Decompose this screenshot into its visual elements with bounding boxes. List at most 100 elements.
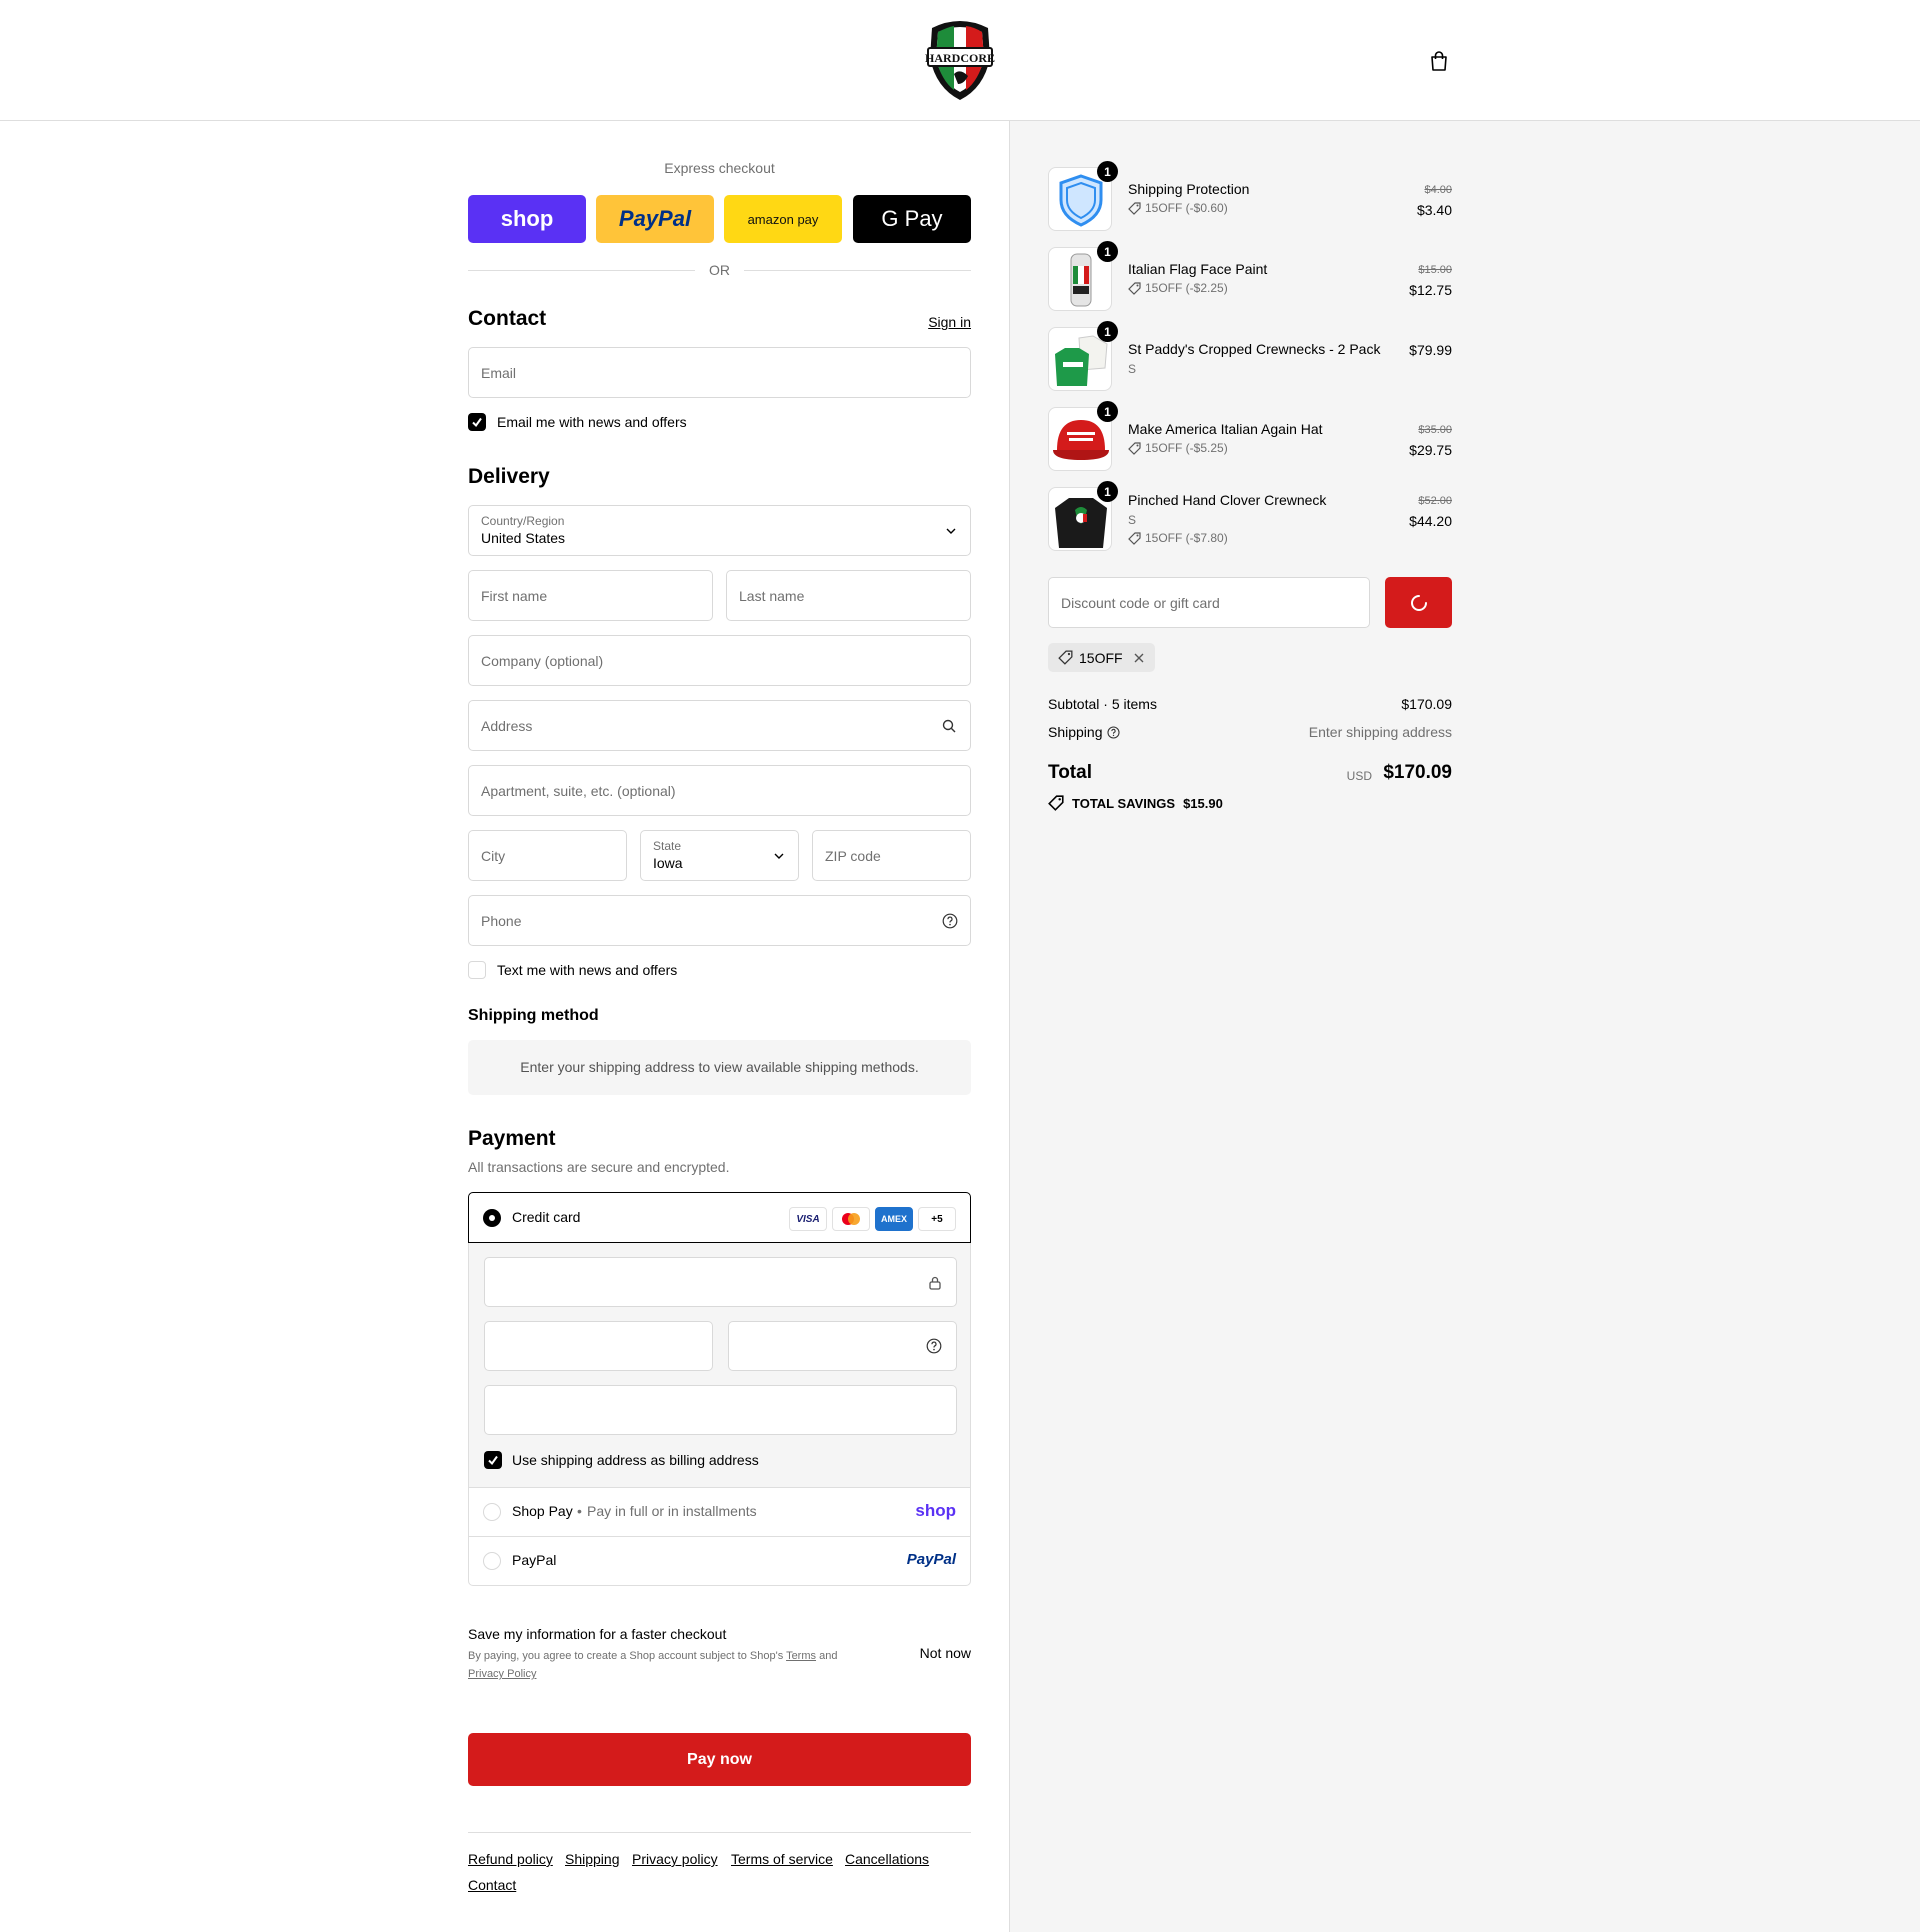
- hardcore-italians-logo[interactable]: HARDCORE: [924, 18, 996, 102]
- state-select[interactable]: State Iowa: [640, 830, 799, 881]
- state-value: Iowa: [653, 855, 683, 871]
- total-label: Total: [1048, 762, 1092, 783]
- zip-field[interactable]: ZIP code: [812, 830, 971, 881]
- tag-icon: [1128, 441, 1141, 455]
- savings-label: TOTAL SAVINGS: [1072, 795, 1176, 811]
- discount-placeholder: Discount code or gift card: [1061, 595, 1220, 611]
- price: $79.99: [1409, 342, 1452, 358]
- save-info-title: Save my information for a faster checkou…: [468, 1626, 727, 1642]
- not-now-button[interactable]: Not now: [920, 1645, 971, 1661]
- legal-text: By paying, you agree to create a Shop ac…: [468, 1650, 784, 1662]
- paypal-option[interactable]: PayPal PayPal: [468, 1537, 971, 1586]
- price: $44.20: [1409, 513, 1452, 529]
- terms-link[interactable]: Terms: [786, 1650, 816, 1662]
- shipping-policy-link[interactable]: Shipping: [565, 1851, 620, 1867]
- quantity-badge: 1: [1097, 481, 1118, 502]
- cancellations-link[interactable]: Cancellations: [845, 1851, 929, 1867]
- quantity-badge: 1: [1097, 241, 1118, 262]
- and-text: and: [819, 1650, 838, 1662]
- paypal-express-button[interactable]: PayPal: [596, 195, 714, 243]
- terms-of-service-link[interactable]: Terms of service: [731, 1851, 833, 1867]
- shopping-bag-icon[interactable]: [1428, 50, 1450, 72]
- shop-pay-logo: shop: [915, 1501, 956, 1520]
- product-name: Shipping Protection: [1128, 181, 1250, 197]
- shop-pay-description: Pay in full or in installments: [587, 1503, 757, 1519]
- country-value: United States: [481, 530, 566, 546]
- original-price: $52.00: [1418, 495, 1452, 507]
- credit-card-label: Credit card: [512, 1209, 581, 1225]
- sign-in-link[interactable]: Sign in: [928, 314, 971, 330]
- credit-card-radio[interactable]: [483, 1209, 501, 1227]
- google-pay-express-button[interactable]: G Pay: [853, 195, 971, 243]
- line-item: 1 Pinched Hand Clover Crewneck S 15OFF (…: [1048, 481, 1452, 553]
- address-placeholder: Address: [481, 718, 533, 734]
- lock-icon: [929, 1276, 941, 1290]
- payment-subtitle: All transactions are secure and encrypte…: [468, 1159, 730, 1175]
- last-name-field[interactable]: Last name: [726, 570, 971, 621]
- apply-discount-button[interactable]: [1385, 577, 1452, 628]
- pay-now-button[interactable]: Pay now: [468, 1733, 971, 1786]
- close-icon[interactable]: [1133, 652, 1145, 664]
- shipping-row: Shipping Enter shipping address: [1048, 724, 1452, 740]
- email-field[interactable]: Email: [468, 347, 971, 398]
- shop-pay-option[interactable]: Shop Pay • Pay in full or in installment…: [468, 1487, 971, 1537]
- email-opt-in-checkbox[interactable]: [468, 413, 486, 431]
- discount-line: 15OFF (-$0.60): [1128, 201, 1228, 215]
- refund-policy-link[interactable]: Refund policy: [468, 1851, 553, 1867]
- currency-label: USD: [1346, 769, 1372, 783]
- phone-field[interactable]: Phone: [468, 895, 971, 946]
- paypal-label: PayPal: [512, 1552, 557, 1568]
- help-circle-icon[interactable]: [942, 913, 958, 929]
- security-code-field[interactable]: [728, 1321, 957, 1371]
- company-field[interactable]: Company (optional): [468, 635, 971, 686]
- shop-pay-express-button[interactable]: shop: [468, 195, 586, 243]
- discount-code-input[interactable]: Discount code or gift card: [1048, 577, 1370, 628]
- help-circle-icon[interactable]: [1107, 726, 1120, 739]
- or-text: OR: [709, 262, 730, 278]
- country-select[interactable]: Country/Region United States: [468, 505, 971, 556]
- paypal-radio[interactable]: [483, 1552, 501, 1570]
- privacy-policy-link[interactable]: Privacy Policy: [468, 1668, 536, 1680]
- product-variant: S: [1128, 362, 1137, 376]
- shop-pay-radio[interactable]: [483, 1503, 501, 1521]
- tag-icon: [1058, 650, 1073, 665]
- amazon-pay-express-button[interactable]: amazon pay: [724, 195, 842, 243]
- credit-card-option[interactable]: Credit card VISA AMEX +5: [468, 1192, 971, 1243]
- zip-placeholder: ZIP code: [825, 848, 881, 864]
- product-variant: S: [1128, 513, 1137, 527]
- delivery-heading: Delivery: [468, 465, 550, 488]
- shipping-method-info: Enter your shipping address to view avai…: [468, 1040, 971, 1095]
- tag-icon: [1048, 795, 1064, 811]
- name-on-card-field[interactable]: [484, 1385, 957, 1435]
- price: $3.40: [1416, 202, 1452, 218]
- total-value: $170.09: [1383, 762, 1452, 783]
- google-pay-logo: G Pay: [881, 206, 943, 231]
- card-number-field[interactable]: [484, 1257, 957, 1307]
- billing-same-checkbox[interactable]: [484, 1451, 502, 1469]
- first-name-placeholder: First name: [481, 588, 548, 604]
- subtotal-label: Subtotal · 5 items: [1048, 696, 1157, 712]
- email-opt-in-label: Email me with news and offers: [497, 414, 687, 430]
- product-name: Make America Italian Again Hat: [1128, 421, 1323, 437]
- discount-line: 15OFF (-$2.25): [1128, 281, 1228, 295]
- quantity-badge: 1: [1097, 161, 1118, 182]
- city-field[interactable]: City: [468, 830, 627, 881]
- total-row: Total USD $170.09: [1048, 762, 1452, 790]
- first-name-field[interactable]: First name: [468, 570, 713, 621]
- expiration-date-field[interactable]: [484, 1321, 713, 1371]
- contact-link[interactable]: Contact: [468, 1877, 516, 1893]
- card-fields-panel: Use shipping address as billing address: [468, 1243, 971, 1487]
- privacy-policy-link[interactable]: Privacy policy: [632, 1851, 718, 1867]
- apartment-field[interactable]: Apartment, suite, etc. (optional): [468, 765, 971, 816]
- checkmark-icon: [488, 1455, 498, 1466]
- last-name-placeholder: Last name: [739, 588, 805, 604]
- tag-icon: [1128, 281, 1141, 295]
- product-name: Italian Flag Face Paint: [1128, 261, 1268, 277]
- total-savings-row: TOTAL SAVINGS $15.90: [1048, 795, 1452, 811]
- express-checkout-title: Express checkout: [664, 160, 775, 176]
- quantity-badge: 1: [1097, 401, 1118, 422]
- line-item: 1 St Paddy's Cropped Crewnecks - 2 Pack …: [1048, 321, 1452, 393]
- help-circle-icon[interactable]: [926, 1338, 942, 1354]
- address-field[interactable]: Address: [468, 700, 971, 751]
- text-opt-in-checkbox[interactable]: [468, 961, 486, 979]
